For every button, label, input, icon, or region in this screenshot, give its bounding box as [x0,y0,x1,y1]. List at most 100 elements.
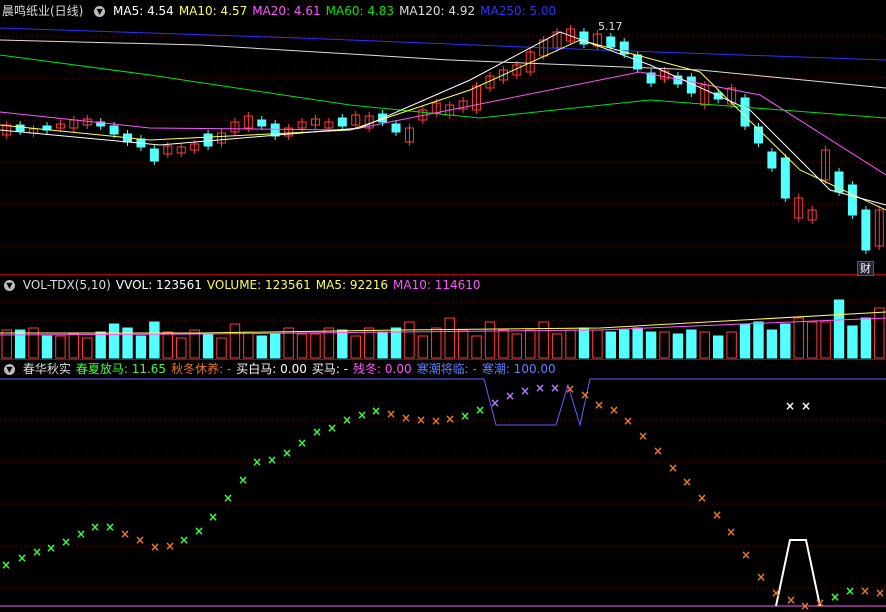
price-indicator-1: MA10: 4.57 [178,4,248,18]
indicator-value-7: 寒潮: 100.00 [481,362,556,376]
volume-bar [82,337,93,359]
volume-bar [605,331,617,359]
volume-bar [243,331,254,359]
signal-marker: × [697,491,707,505]
volume-bar [417,335,429,359]
volume-bar [766,329,778,359]
volume-bar [847,325,858,359]
indicator-value-3: 买白马: 0.00 [236,362,307,376]
signal-marker: × [609,403,619,417]
signal-marker: × [460,409,470,423]
signal-marker: × [800,599,810,612]
ma250-line [0,27,886,61]
volume-bar [780,323,791,359]
chevron-down-icon[interactable]: ▼ [4,280,15,291]
volume-bar [457,329,469,359]
volume-indicator-3: MA5: 92216 [315,278,389,292]
indicator-value-5: 残冬: 0.00 [353,362,412,376]
signal-marker: × [371,404,381,418]
volume-bar [645,331,657,359]
signal-marker: × [860,584,870,598]
volume-bar [162,331,174,359]
volume-bar [498,329,509,359]
signal-marker: × [135,533,145,547]
volume-bar [431,327,442,359]
volume-bar [176,337,187,359]
volume-bar [806,321,818,359]
signal-marker: × [786,593,796,607]
volume-indicator-4: MA10: 114610 [393,278,481,292]
candle-body [109,125,119,135]
signal-marker: × [490,396,500,410]
ma5-line [0,31,886,206]
ma60-line [0,54,886,119]
volume-bar [229,323,241,359]
signal-marker: × [726,525,736,539]
volume-bar [55,335,66,359]
signal-marker: × [445,412,455,426]
volume-bar [135,335,147,359]
signal-marker: × [535,381,545,395]
price-indicator-0: MA5: 4.54 [113,4,174,18]
signal-marker: × [565,382,575,396]
signal-marker: × [327,421,337,435]
signal-marker: × [194,524,204,538]
volume-bar [619,329,630,359]
event-tag[interactable]: 财 [857,261,874,276]
indicator-value-1: 春夏放马: 11.65 [75,362,167,376]
signal-marker: × [32,545,42,559]
signal-marker: × [801,399,811,413]
ma120-line [0,39,886,89]
signal-marker: × [61,535,71,549]
candle-body [203,133,213,147]
volume-bar [565,329,576,359]
signal-marker: × [282,446,292,460]
signal-marker: × [756,570,766,584]
volume-bar [753,321,764,359]
volume-bar [1,329,12,359]
chart-canvas[interactable]: × × × × × × × × × × × × × × × × × × × × × × × × × × × × × × × × × × × × × × × ×… [0,0,886,612]
volume-indicator-list: VOL-TDX(5,10) VVOL: 123561 VOLUME: 123561 M… [23,278,486,292]
price-indicator-3: MA60: 4.83 [325,4,395,18]
signal-marker: × [90,520,100,534]
candle-body [861,209,871,251]
volume-bar [874,307,885,359]
candle-body [847,184,857,216]
panel-divider [0,274,886,275]
signal-marker: × [505,389,515,403]
signal-marker: × [17,551,27,565]
signal-marker: × [431,414,441,428]
price-indicator-5: MA250: 5.00 [480,4,557,18]
volume-bar [686,329,697,359]
volume-bar [337,329,348,359]
chevron-down-icon[interactable]: ▼ [4,364,15,375]
signal-marker: × [520,384,530,398]
volume-bar [739,323,751,359]
signal-marker: × [830,590,840,604]
candle-body [740,97,750,127]
volume-bar [632,327,643,359]
volume-bar [269,333,281,359]
price-panel-header: 晨鸣纸业(日线) ▼ MA5: 4.54 MA10: 4.57 MA20: 4.61… [0,2,566,20]
price-indicator-list: MA5: 4.54 MA10: 4.57 MA20: 4.61 MA60: 4.83 M… [113,4,561,18]
candle-body [606,36,616,48]
signal-marker: × [653,444,663,458]
volume-bar [95,331,106,359]
volume-indicator-0: VOL-TDX(5,10) [22,278,111,292]
chevron-down-icon[interactable]: ▼ [94,6,106,17]
stock-title[interactable]: 晨鸣纸业(日线) [2,4,83,18]
signal-marker: × [712,508,722,522]
volume-indicator-1: VVOL: 123561 [115,278,202,292]
signal-marker: × [179,533,189,547]
volume-bar [659,331,670,359]
signal-marker: × [845,584,855,598]
indicator-value-4: 买马: - [311,362,349,376]
signal-marker: × [668,461,678,475]
price-indicator-4: MA120: 4.92 [399,4,476,18]
signal-marker: × [105,520,115,534]
volume-bar [860,317,872,359]
volume-bar [68,333,80,359]
volume-bar [525,329,536,359]
signal-marker: × [815,596,825,610]
volume-bar [256,335,267,359]
